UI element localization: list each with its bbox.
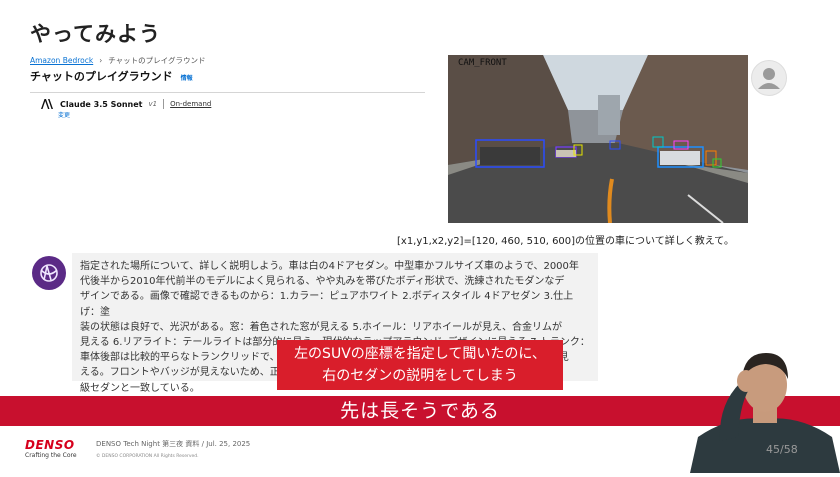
camera-image: CAM_FRONT <box>448 55 748 223</box>
claude-icon <box>40 264 58 282</box>
page-heading-text: チャットのプレイグラウンド <box>30 70 173 83</box>
presenter-video <box>690 345 840 473</box>
annotation-line-2: 右のセダンの説明をしてしまう <box>322 368 518 384</box>
annotation-callout: 左のSUVの座標を指定して聞いたのに、 右のセダンの説明をしてしまう <box>277 340 563 390</box>
user-icon <box>758 68 780 89</box>
street-scene <box>448 55 748 223</box>
annotation-line-1: 左のSUVの座標を指定して聞いたのに、 <box>294 346 546 362</box>
answer-line: 装の状態は良好で、光沢がある。窓：着色された窓が見える 5.ホイール：リアホイー… <box>80 321 563 333</box>
info-link[interactable]: 情報 <box>181 73 193 82</box>
breadcrumb-bedrock-link[interactable]: Amazon Bedrock <box>30 56 93 65</box>
footer-event: DENSO Tech Night 第三夜 資料 / Jul. 25, 2025 <box>96 440 251 448</box>
breadcrumb: Amazon Bedrock › チャットのプレイグラウンド <box>30 55 205 66</box>
model-version: v1 <box>148 100 158 108</box>
change-model-link[interactable]: 変更 <box>58 110 70 119</box>
answer-line: ザインである。画像で確認できるものから：1.カラー：ピュアホワイト 2.ボディス… <box>80 291 574 318</box>
page-number: 45/58 <box>766 443 798 456</box>
footer-copyright: © DENSO CORPORATION All Rights Reserved. <box>96 454 199 459</box>
logo-tagline: Crafting the Core <box>25 452 77 459</box>
bot-avatar <box>32 256 66 290</box>
slide-title: やってみよう <box>30 22 161 46</box>
model-selector[interactable]: Claude 3.5 Sonnet v1 On-demand 変更 <box>30 93 425 121</box>
camera-label: CAM_FRONT <box>458 58 507 68</box>
separator <box>163 99 165 109</box>
presenter-figure <box>690 353 840 473</box>
breadcrumb-current: チャットのプレイグラウンド <box>108 56 206 65</box>
logo-word: DENSO <box>25 438 75 452</box>
model-name: Claude 3.5 Sonnet <box>60 99 143 109</box>
anthropic-logo-icon <box>41 99 53 109</box>
user-avatar <box>751 60 787 96</box>
answer-line: 指定された場所について、詳しく説明しよう。車は白の4ドアセダン。中型車かフルサイ… <box>80 261 579 272</box>
answer-line: 代後半から2010年代前半のモデルによく見られる、やや丸みを帯びたボディ形状で、… <box>80 276 565 288</box>
chevron-right-icon: › <box>99 56 103 65</box>
page-heading: チャットのプレイグラウンド 情報 <box>30 68 193 84</box>
denso-logo: DENSO Crafting the Core <box>25 438 77 459</box>
model-tier: On-demand <box>170 100 212 108</box>
user-message: [x1,y1,x2,y2]=[120, 460, 510, 600]の位置の車に… <box>397 236 734 247</box>
